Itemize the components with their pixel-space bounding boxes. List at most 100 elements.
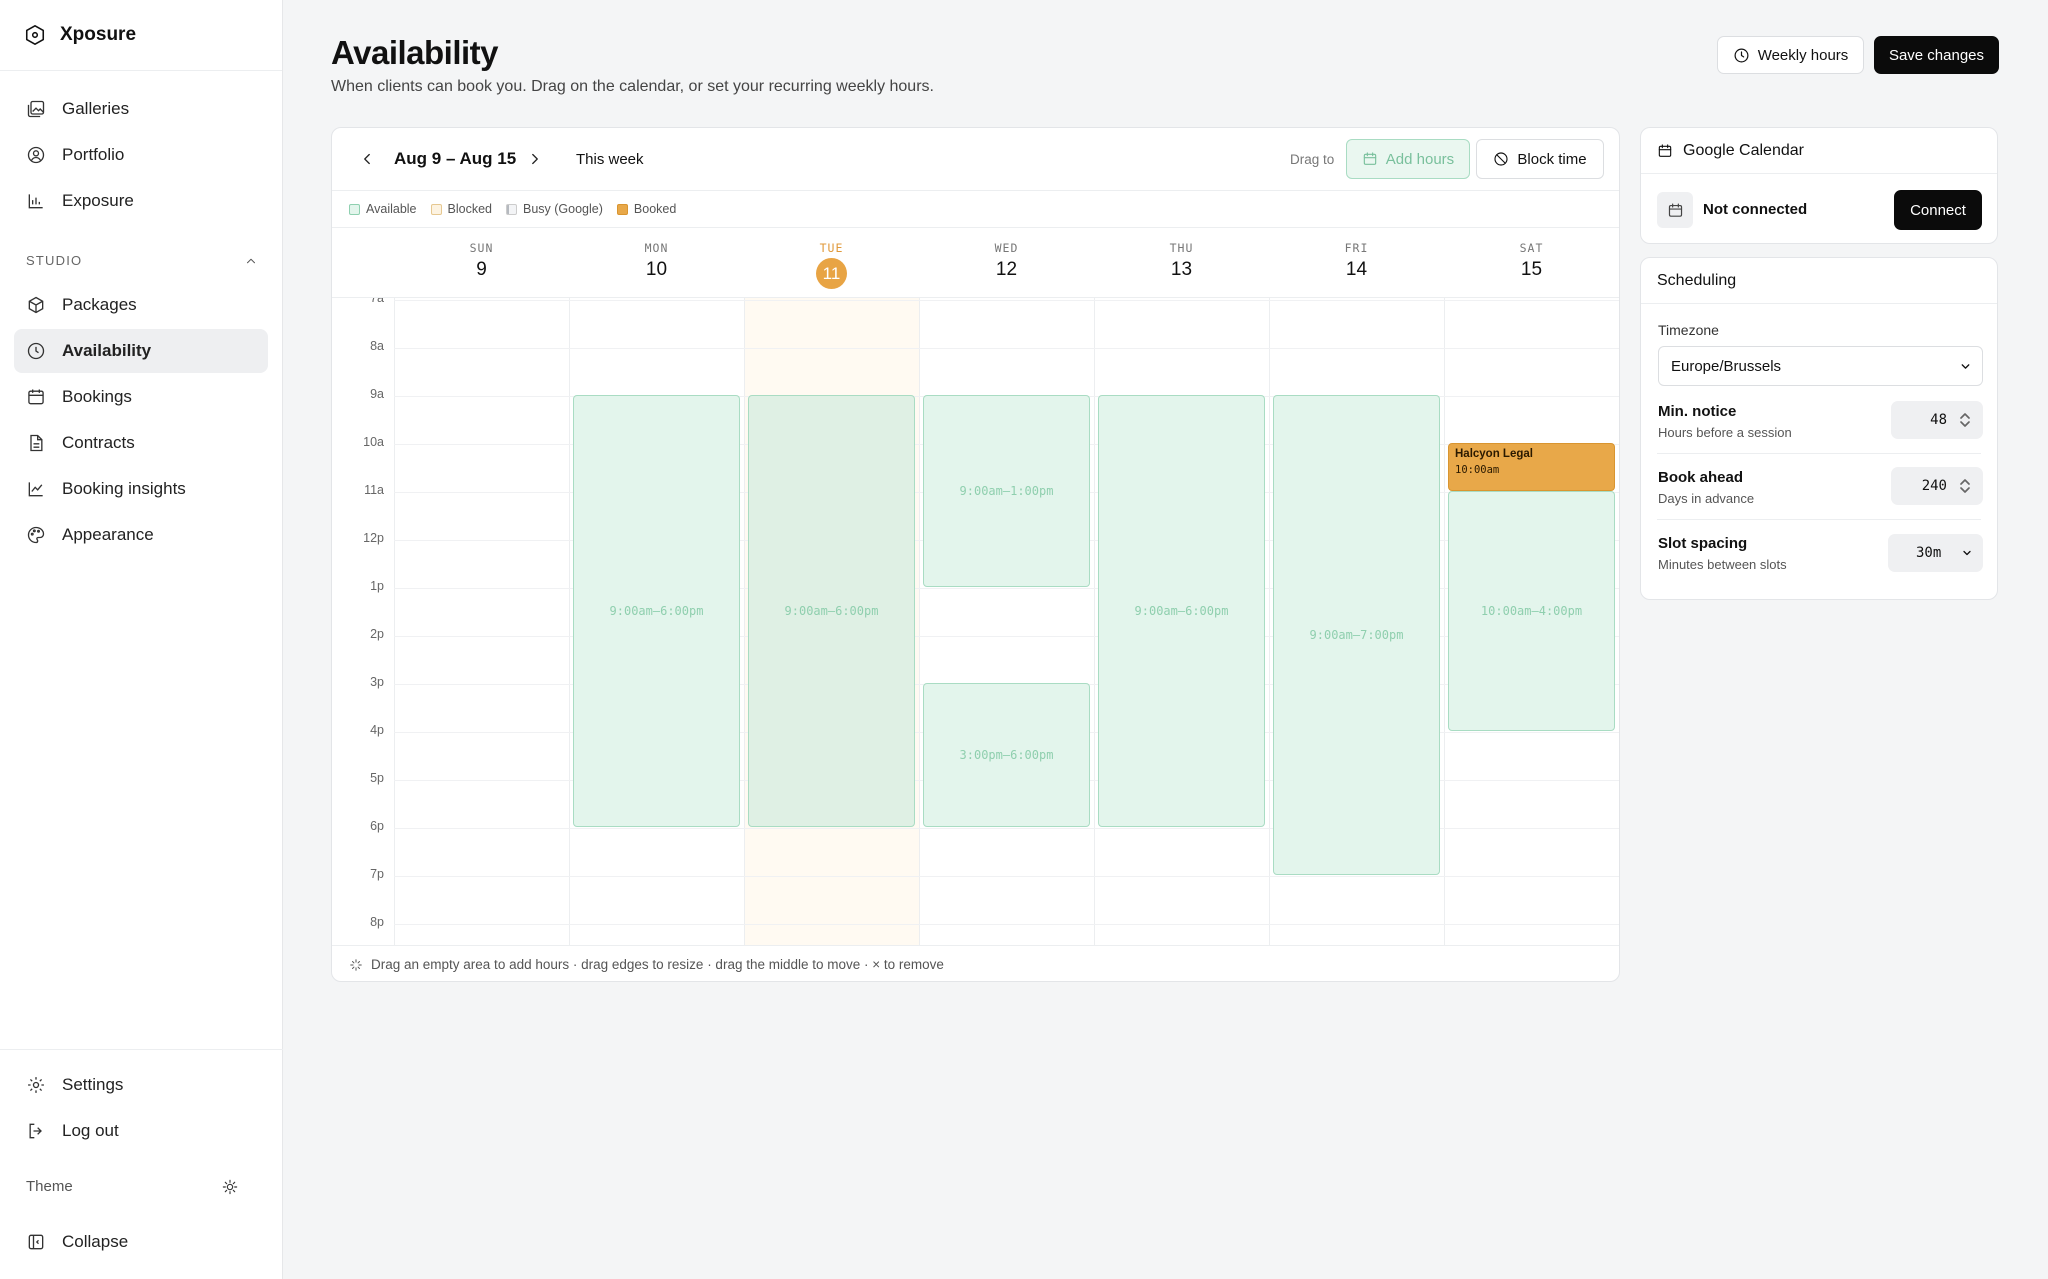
theme-label: Theme	[26, 1178, 73, 1195]
day-name: TUE	[819, 241, 844, 255]
add-hours-label: Add hours	[1385, 150, 1455, 168]
legend-item: Busy (Google)	[506, 202, 603, 216]
chevron-down-icon	[1963, 550, 1971, 556]
day-number: 9	[476, 259, 487, 280]
block-time-button[interactable]: Block time	[1476, 139, 1604, 179]
legend-label: Booked	[633, 202, 677, 216]
sun-icon[interactable]	[222, 1179, 238, 1195]
timezone-select[interactable]: Europe/Brussels	[1658, 346, 1983, 386]
day-name: SUN	[469, 241, 494, 255]
min-notice-row: Min. notice Hours before a session	[1658, 403, 1792, 440]
sidebar-item-contracts[interactable]: Contracts	[14, 421, 268, 465]
sidebar-item-bookings[interactable]: Bookings	[14, 375, 268, 419]
day-header-fri: FRI 14	[1269, 228, 1444, 297]
hour-label: 4p	[370, 723, 384, 737]
chevron-right-icon[interactable]	[526, 150, 544, 168]
slot-spacing-sub: Minutes between slots	[1658, 557, 1787, 572]
main-nav: Galleries Portfolio Exposure	[14, 87, 268, 225]
sidebar-item-galleries[interactable]: Galleries	[14, 87, 268, 131]
booking-block[interactable]: Halcyon Legal 10:00am	[1448, 443, 1615, 491]
calendar-legend: Available Blocked Busy (Google) Booked	[332, 191, 1619, 228]
this-week-button[interactable]: This week	[576, 151, 644, 168]
sidebar-item-label: Log out	[62, 1121, 119, 1140]
calendar-plus-icon	[1363, 152, 1377, 165]
hour-label: 7a	[370, 297, 384, 305]
day-header-tue: TUE 11	[744, 228, 919, 297]
sidebar-item-label: Galleries	[62, 99, 130, 118]
line-chart-icon	[28, 482, 43, 497]
palette-icon	[27, 526, 45, 544]
legend-label: Blocked	[447, 202, 492, 216]
footer-hint: Drag an empty area to add hours · drag e…	[371, 957, 944, 972]
hour-gridline	[394, 300, 1619, 301]
hour-label: 10a	[363, 435, 384, 449]
weekly-hours-button[interactable]: Weekly hours	[1717, 36, 1864, 74]
day-number: 12	[995, 259, 1018, 280]
availability-block[interactable]: 9:00am–6:00pm	[1098, 395, 1265, 827]
collapse-sidebar-icon	[28, 1234, 44, 1250]
scheduling-title: Scheduling	[1657, 271, 1737, 289]
legend-swatch	[430, 203, 442, 215]
slot-spacing-value: 30m	[1916, 545, 1942, 561]
calendar-card: Aug 9 – Aug 15 This week Drag to Add hou…	[331, 127, 1620, 982]
calendar-icon	[1658, 143, 1672, 157]
studio-section-toggle[interactable]: STUDIO	[26, 253, 258, 268]
availability-block[interactable]: 9:00am–1:00pm	[923, 395, 1090, 587]
clock-icon	[1734, 48, 1749, 62]
book-ahead-row: Book ahead Days in advance	[1658, 469, 1754, 506]
min-notice-sub: Hours before a session	[1658, 425, 1792, 440]
availability-block[interactable]: 9:00am–7:00pm	[1273, 395, 1440, 875]
google-calendar-header: Google Calendar	[1641, 128, 1997, 174]
connect-button[interactable]: Connect	[1894, 190, 1982, 230]
google-calendar-title: Google Calendar	[1683, 141, 1804, 159]
brand[interactable]: Xposure	[0, 0, 282, 71]
stepper-arrows-icon	[1960, 479, 1970, 493]
day-header-sun: SUN 9	[394, 228, 569, 297]
sidebar-item-appearance[interactable]: Appearance	[14, 513, 268, 557]
hour-label: 3p	[370, 675, 384, 689]
availability-block[interactable]: 9:00am–6:00pm	[573, 395, 740, 827]
availability-block[interactable]: 9:00am–6:00pm	[748, 395, 915, 827]
legend-swatch	[349, 203, 360, 215]
sidebar-item-booking-insights[interactable]: Booking insights	[14, 467, 268, 511]
section-label: STUDIO	[26, 253, 83, 268]
add-hours-button[interactable]: Add hours	[1346, 139, 1470, 179]
package-icon	[28, 296, 44, 314]
min-notice-title: Min. notice	[1658, 403, 1737, 420]
sidebar-item-label: Settings	[62, 1075, 124, 1094]
book-ahead-sub: Days in advance	[1658, 491, 1755, 506]
min-notice-stepper[interactable]: 48	[1891, 401, 1983, 439]
scheduling-header: Scheduling	[1641, 258, 1997, 304]
booking-time: 10:00am	[1455, 464, 1500, 476]
save-changes-label: Save changes	[1888, 46, 1985, 64]
hour-label: 6p	[370, 819, 384, 833]
day-number: 14	[1345, 259, 1368, 280]
page-title: Availability	[331, 34, 499, 71]
chevron-up-icon	[247, 258, 255, 263]
sidebar-item-packages[interactable]: Packages	[14, 283, 268, 327]
day-header-sat: SAT 15	[1444, 228, 1619, 297]
availability-block[interactable]: 3:00pm–6:00pm	[923, 683, 1090, 827]
hour-gridline	[394, 924, 1619, 925]
google-status: Not connected	[1703, 201, 1808, 218]
sidebar-item-exposure[interactable]: Exposure	[14, 179, 268, 223]
book-ahead-stepper[interactable]: 240	[1891, 467, 1983, 505]
slot-spacing-select[interactable]: 30m	[1888, 534, 1983, 572]
chevron-left-icon[interactable]	[358, 150, 376, 168]
hour-label: 9a	[370, 387, 384, 401]
save-changes-button[interactable]: Save changes	[1874, 36, 1999, 74]
drag-to-label: Drag to	[1290, 152, 1335, 167]
calendar-toolbar: Aug 9 – Aug 15 This week Drag to Add hou…	[332, 128, 1619, 191]
divider	[1657, 519, 1981, 520]
calendar-grid[interactable]: 7a 8a 9a 10a 11a 12p 1p 2p 3p 4p 5p 6p 7p 8p 9:00am–6:…	[332, 297, 1619, 945]
sidebar-item-portfolio[interactable]: Portfolio	[14, 133, 268, 177]
sidebar-item-availability[interactable]: Availability	[14, 329, 268, 373]
studio-nav: Packages Availability Bookings Contracts…	[14, 283, 268, 559]
sidebar-item-logout[interactable]: Log out	[14, 1109, 268, 1153]
day-number: 13	[1170, 259, 1193, 280]
availability-block[interactable]: 10:00am–4:00pm	[1448, 491, 1615, 731]
stepper-arrows-icon	[1960, 413, 1970, 427]
hour-label: 2p	[370, 627, 384, 641]
collapse-button[interactable]: Collapse	[14, 1220, 268, 1264]
sidebar-item-settings[interactable]: Settings	[14, 1063, 268, 1107]
